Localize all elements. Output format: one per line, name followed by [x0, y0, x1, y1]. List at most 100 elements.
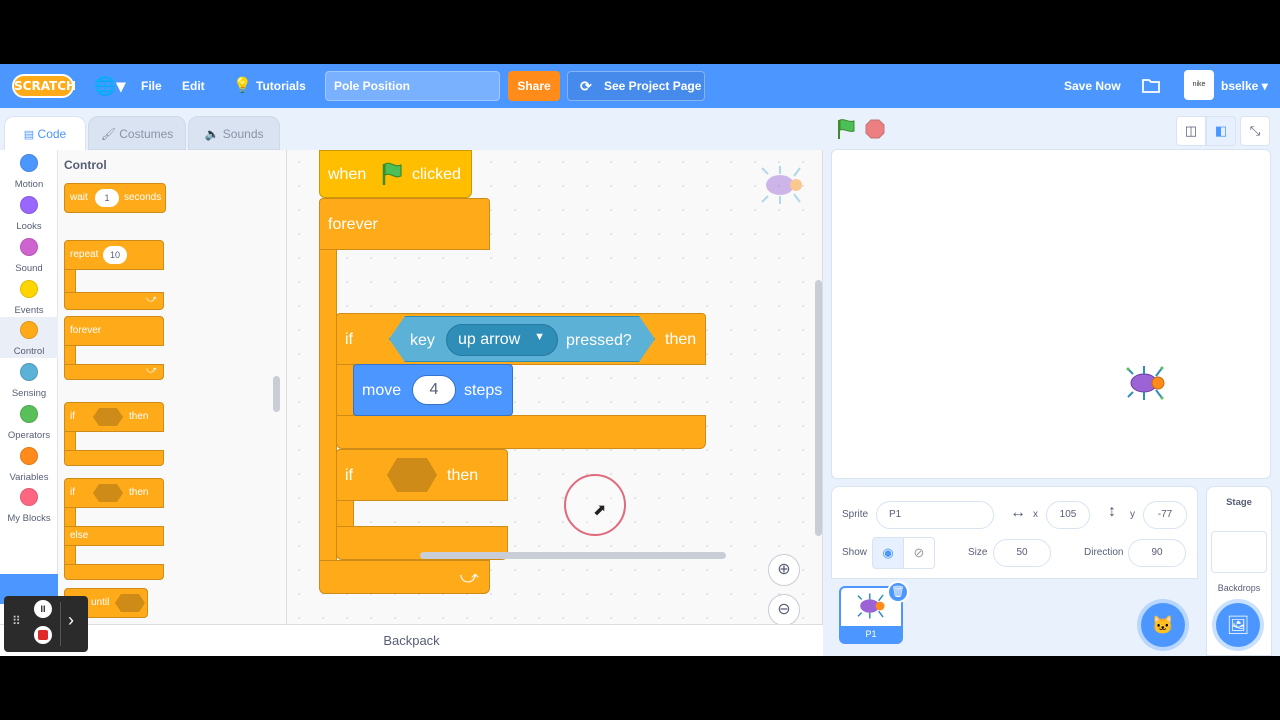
backpack[interactable]: Backpack — [0, 624, 823, 656]
wait-seconds-input[interactable]: 1 — [95, 189, 119, 207]
file-menu[interactable]: File — [141, 64, 162, 108]
palette-if-else-arm — [64, 508, 76, 526]
tab-costumes[interactable]: 🖌 Costumes — [88, 116, 186, 150]
hide-sprite-button[interactable]: ⊘ — [903, 537, 935, 569]
repeat-count-input[interactable]: 10 — [103, 246, 127, 264]
forever-foot: ⤻ — [319, 560, 490, 594]
choose-sprite-button[interactable]: 🐱 — [1141, 603, 1185, 647]
pause-button[interactable]: II — [34, 600, 52, 618]
zoom-in-button[interactable]: ⊕ — [768, 554, 800, 586]
edit-menu[interactable]: Edit — [182, 64, 205, 108]
direction-label: Direction — [1084, 547, 1124, 558]
steps-input[interactable]: 4 — [412, 375, 456, 405]
stage-canvas[interactable] — [831, 149, 1271, 479]
category-label: Sound — [15, 263, 43, 274]
block-label: key — [410, 332, 435, 349]
category-sensing[interactable]: Sensing — [0, 359, 58, 400]
events-dot-icon — [20, 280, 38, 298]
palette-if-then-block[interactable]: if then — [64, 402, 164, 432]
drag-handle-icon[interactable]: ⠿ — [12, 614, 21, 628]
forever-block[interactable]: forever — [319, 198, 490, 250]
tab-sounds-label: Sounds — [222, 127, 264, 141]
x-input[interactable]: 105 — [1046, 501, 1090, 529]
sprite-name-input[interactable]: P1 — [876, 501, 994, 529]
tutorials-menu[interactable]: Tutorials — [256, 64, 306, 108]
category-control[interactable]: Control — [0, 317, 58, 358]
category-my-blocks[interactable]: My Blocks — [0, 484, 58, 525]
category-operators[interactable]: Operators — [0, 401, 58, 442]
large-stage-button[interactable]: ◧ — [1206, 116, 1236, 146]
tab-code-label: Code — [37, 127, 67, 141]
palette-repeat-block[interactable]: repeat 10 — [64, 240, 164, 270]
category-events[interactable]: Events — [0, 276, 58, 317]
key-pressed-block[interactable]: key up arrow ▼ pressed? — [389, 316, 655, 362]
globe-icon[interactable]: 🌐▾ — [94, 64, 125, 108]
eye-icon: ◉ — [882, 545, 894, 560]
category-label: My Blocks — [7, 513, 51, 524]
y-input[interactable]: -77 — [1143, 501, 1187, 529]
block-label: forever — [70, 325, 102, 336]
palette-if-else-block[interactable]: if then — [64, 478, 164, 508]
stop-recording-button[interactable] — [34, 626, 52, 644]
palette-if-else-foot — [64, 564, 164, 580]
green-flag-button[interactable] — [836, 118, 856, 145]
beetle-sprite[interactable] — [1126, 364, 1168, 407]
stage-thumbnail[interactable] — [1211, 531, 1267, 573]
condition-slot[interactable] — [93, 408, 123, 426]
account-menu[interactable]: bselke ▾ — [1221, 64, 1268, 108]
direction-input[interactable]: 90 — [1128, 539, 1186, 567]
tab-code[interactable]: ▤ Code — [4, 116, 86, 150]
palette-forever-block[interactable]: forever — [64, 316, 164, 346]
green-flag-icon — [380, 161, 404, 192]
category-variables[interactable]: Variables — [0, 443, 58, 484]
when-flag-clicked-block[interactable]: when clicked — [319, 150, 472, 198]
tab-costumes-label: Costumes — [119, 127, 174, 141]
block-label: if — [70, 411, 75, 422]
zoom-out-button[interactable]: ⊖ — [768, 594, 800, 624]
lightbulb-icon: 💡 — [233, 77, 252, 94]
save-now-button[interactable]: Save Now — [1064, 64, 1121, 108]
block-label: until — [91, 597, 110, 608]
palette-scrollbar[interactable] — [273, 376, 280, 412]
block-label: move — [362, 382, 402, 399]
condition-slot[interactable] — [387, 458, 437, 492]
stop-button[interactable] — [865, 119, 885, 144]
avatar[interactable]: nike — [1184, 70, 1214, 100]
category-motion[interactable]: Motion — [0, 150, 58, 191]
small-stage-button[interactable]: ◫ — [1176, 116, 1206, 146]
if-then-block[interactable]: if key up arrow ▼ pressed? then — [336, 313, 706, 365]
key-dropdown[interactable]: up arrow ▼ — [446, 324, 558, 356]
block-label: repeat — [70, 249, 99, 260]
palette-wait-block[interactable]: wait 1 seconds — [64, 183, 166, 213]
y-label: y — [1130, 509, 1135, 520]
category-looks[interactable]: Looks — [0, 192, 58, 233]
tab-sounds[interactable]: 🔈 Sounds — [188, 116, 280, 150]
stop-square-icon — [38, 630, 48, 640]
palette-forever-arm — [64, 346, 76, 364]
sprite-thumb-name: P1 — [841, 626, 901, 642]
block-label: clicked — [412, 166, 461, 183]
condition-slot[interactable] — [93, 484, 123, 502]
script-vertical-scrollbar[interactable] — [815, 280, 822, 536]
fullscreen-button[interactable]: ⤡ — [1240, 116, 1270, 146]
scratch-editor: SCRATCH 🌐▾ File Edit 💡 Tutorials Pole Po… — [0, 64, 1280, 656]
category-sound[interactable]: Sound — [0, 234, 58, 275]
choose-backdrop-button[interactable]: 🖼 — [1216, 603, 1260, 647]
my-stuff-folder-icon[interactable] — [1141, 64, 1161, 108]
size-input[interactable]: 50 — [993, 539, 1051, 567]
block-label: forever — [328, 216, 378, 233]
move-steps-block[interactable]: move 4 steps — [353, 364, 513, 416]
if-then-block-2[interactable]: if then — [336, 449, 508, 501]
sprite-name-label: Sprite — [842, 509, 869, 520]
project-title-input[interactable]: Pole Position — [325, 71, 500, 101]
condition-slot[interactable] — [115, 594, 145, 612]
script-horizontal-scrollbar[interactable] — [420, 552, 726, 559]
see-project-page-button[interactable]: ⟳ See Project Page — [567, 71, 705, 101]
chevron-right-icon[interactable]: › — [68, 610, 74, 631]
block-label: if — [345, 331, 353, 348]
forever-arm — [319, 250, 337, 562]
delete-sprite-button[interactable]: 🗑 — [887, 581, 909, 603]
show-sprite-button[interactable]: ◉ — [872, 537, 904, 569]
scratch-logo[interactable]: SCRATCH — [12, 74, 76, 98]
share-button[interactable]: Share — [508, 71, 560, 101]
